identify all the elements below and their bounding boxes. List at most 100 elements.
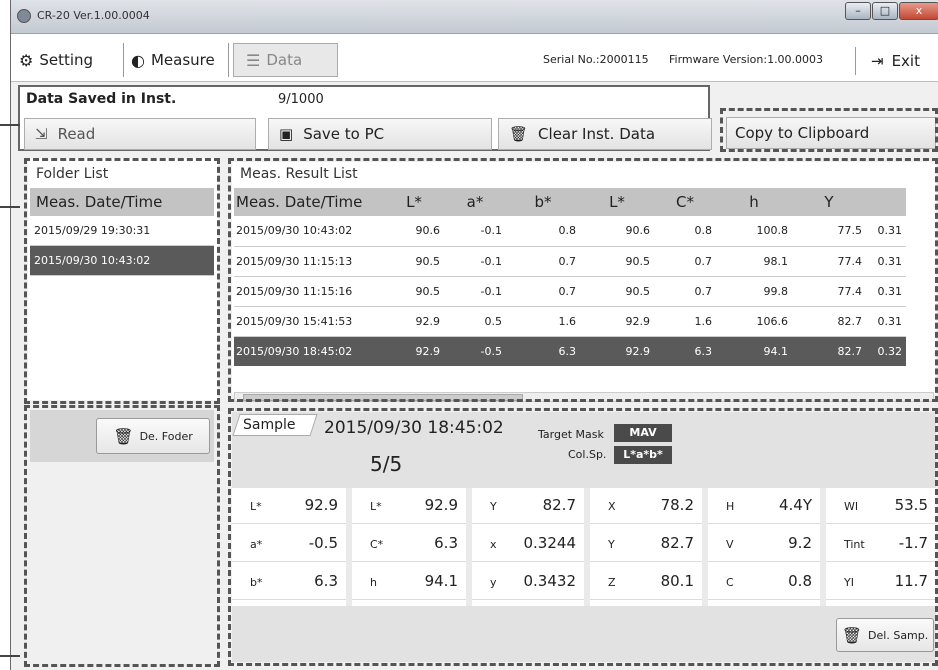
folder-list-header[interactable]: Meas. Date/Time xyxy=(30,188,214,216)
col-header-y[interactable]: Y xyxy=(792,188,866,216)
column-divider xyxy=(702,488,708,606)
column-divider xyxy=(466,488,472,606)
col-header-l2[interactable]: L* xyxy=(580,188,654,216)
save-to-pc-button[interactable]: ▣ Save to PC xyxy=(268,118,492,150)
sample-header: Sample 2015/09/30 18:45:02 5/5 Target Ma… xyxy=(232,412,936,488)
cell-y: 82.7 xyxy=(792,336,866,366)
sample-footer xyxy=(232,606,936,662)
value-number: 0.3432 xyxy=(523,572,577,590)
col-header-b[interactable]: b* xyxy=(506,188,580,216)
column-divider xyxy=(820,488,826,606)
cell-a: -0.5 xyxy=(444,336,506,366)
cell-a: 0.5 xyxy=(444,306,506,337)
horizontal-scrollbar[interactable] xyxy=(234,392,934,402)
callout-line xyxy=(0,206,20,208)
col-header-l[interactable]: L* xyxy=(384,188,444,216)
cell-c: 0.7 xyxy=(654,276,716,307)
read-label: Read xyxy=(57,125,96,143)
cell-h: 99.8 xyxy=(716,276,792,307)
value-cell: Y 82.7 xyxy=(590,526,702,562)
data-saved-label: Data Saved in Inst. xyxy=(26,91,177,107)
cell-b: 0.7 xyxy=(506,246,580,277)
exit-button[interactable]: ⇥ Exit xyxy=(855,47,935,75)
cell-y: 82.7 xyxy=(792,306,866,337)
minimize-button[interactable]: – xyxy=(845,2,871,20)
value-label: C xyxy=(726,576,734,589)
cell-datetime: 2015/09/30 11:15:13 xyxy=(234,246,384,277)
gear-icon: ⚙ xyxy=(19,50,34,70)
value-number: 94.1 xyxy=(424,572,458,590)
column-divider xyxy=(346,488,352,606)
table-row[interactable]: 2015/09/30 11:15:16 90.5 -0.1 0.7 90.5 0… xyxy=(234,276,906,307)
window-title: CR-20 Ver.1.00.0004 xyxy=(37,9,150,22)
trash-icon: 🗑 xyxy=(113,426,134,446)
cell-l: 92.9 xyxy=(384,336,444,366)
cell-y: 77.4 xyxy=(792,276,866,307)
table-row-selected[interactable]: 2015/09/30 18:45:02 92.9 -0.5 6.3 92.9 6… xyxy=(234,336,906,366)
value-label: WI xyxy=(844,500,859,513)
value-number: 11.7 xyxy=(894,572,928,590)
value-cell: y 0.3432 xyxy=(472,564,584,600)
sample-count: 5/5 xyxy=(370,452,403,476)
delete-folder-label: De. Foder xyxy=(139,429,193,443)
column-divider xyxy=(584,488,590,606)
value-label: V xyxy=(726,538,734,551)
value-cell: WI 53.5 xyxy=(826,488,936,524)
col-header-c[interactable]: C* xyxy=(654,188,716,216)
col-header-datetime[interactable]: Meas. Date/Time xyxy=(234,188,384,216)
cell-h: 100.8 xyxy=(716,216,792,247)
target-mask-badge: MAV xyxy=(614,424,672,442)
cell-a: -0.1 xyxy=(444,216,506,247)
cell-l2: 90.6 xyxy=(580,216,654,247)
value-number: 9.2 xyxy=(788,534,812,552)
folder-row-selected[interactable]: 2015/09/30 10:43:02 xyxy=(30,246,214,276)
color-space-badge: L*a*b* xyxy=(614,446,672,464)
value-label: Z xyxy=(608,576,616,589)
maximize-button[interactable]: □ xyxy=(872,2,898,20)
folder-row[interactable]: 2015/09/29 19:30:31 xyxy=(30,216,214,246)
value-cell: Tint -1.7 xyxy=(826,526,936,562)
tab-measure[interactable]: ◐ Measure xyxy=(131,43,229,77)
delete-sample-button[interactable]: 🗑 Del. Samp. xyxy=(836,618,934,652)
app-icon xyxy=(17,9,31,23)
table-row[interactable]: 2015/09/30 15:41:53 92.9 0.5 1.6 92.9 1.… xyxy=(234,306,906,337)
value-number: -1.7 xyxy=(898,534,928,552)
tab-data[interactable]: ☰ Data xyxy=(233,43,338,77)
firmware-version: Firmware Version:1.00.0003 xyxy=(669,53,824,66)
value-cell: YI 11.7 xyxy=(826,564,936,600)
col-header-a[interactable]: a* xyxy=(444,188,506,216)
sample-panel: Sample 2015/09/30 18:45:02 5/5 Target Ma… xyxy=(232,412,936,662)
tab-data-label: Data xyxy=(266,51,303,69)
tab-setting-label: Setting xyxy=(39,51,94,69)
cell-a: -0.1 xyxy=(444,246,506,277)
cell-c: 0.8 xyxy=(654,216,716,247)
col-header-h[interactable]: h xyxy=(716,188,792,216)
value-number: 53.5 xyxy=(894,496,928,514)
title-bar: CR-20 Ver.1.00.0004 – □ x xyxy=(11,0,938,34)
close-button[interactable]: x xyxy=(899,2,938,20)
cell-l2: 90.5 xyxy=(580,246,654,277)
cell-c: 1.6 xyxy=(654,306,716,337)
result-table: Meas. Date/Time L* a* b* L* C* h Y 2015/… xyxy=(234,188,906,366)
delete-folder-button[interactable]: 🗑 De. Foder xyxy=(96,418,210,454)
value-cell: a* -0.5 xyxy=(232,526,346,562)
clear-inst-data-button[interactable]: 🗑 Clear Inst. Data xyxy=(498,118,712,150)
cell-datetime: 2015/09/30 10:43:02 xyxy=(234,216,384,247)
value-number: 80.1 xyxy=(660,572,694,590)
value-number: 92.9 xyxy=(424,496,458,514)
value-label: Y xyxy=(608,538,615,551)
value-cell: b* 6.3 xyxy=(232,564,346,600)
scrollbar-thumb[interactable] xyxy=(243,394,523,401)
value-number: -0.5 xyxy=(308,534,338,552)
copy-to-clipboard-button[interactable]: Copy to Clipboard xyxy=(726,117,936,149)
value-number: 82.7 xyxy=(660,534,694,552)
cell-l: 90.5 xyxy=(384,276,444,307)
table-row[interactable]: 2015/09/30 10:43:02 90.6 -0.1 0.8 90.6 0… xyxy=(234,216,906,247)
col-header-extra[interactable] xyxy=(866,188,906,216)
cell-l2: 92.9 xyxy=(580,336,654,366)
table-row[interactable]: 2015/09/30 11:15:13 90.5 -0.1 0.7 90.5 0… xyxy=(234,246,906,277)
tab-setting[interactable]: ⚙ Setting xyxy=(19,43,124,77)
cell-b: 1.6 xyxy=(506,306,580,337)
read-button[interactable]: ⇲ Read xyxy=(24,118,256,150)
cell-extra: 0.32 xyxy=(866,336,906,366)
